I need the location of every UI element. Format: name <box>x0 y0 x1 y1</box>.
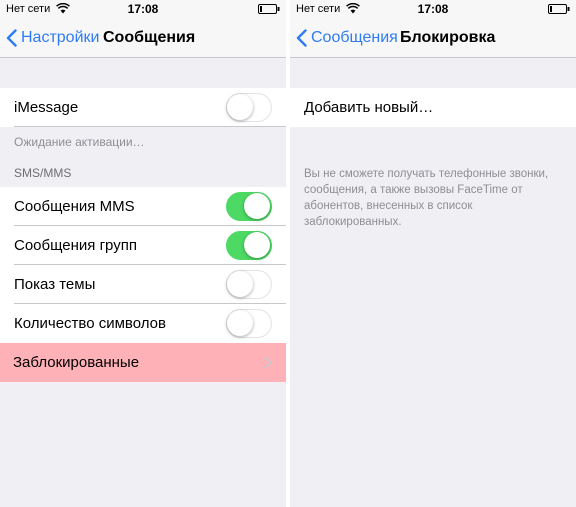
back-button[interactable]: Сообщения <box>296 18 398 58</box>
status-bar: Нет сети 17:08 <box>0 0 286 18</box>
group-messages-row: Сообщения групп <box>0 226 286 265</box>
imessage-row: iMessage <box>0 88 286 127</box>
nav-bar: Сообщения Блокировка <box>290 18 576 58</box>
show-subject-toggle[interactable] <box>226 270 272 299</box>
blocked-label: Заблокированные <box>13 354 140 371</box>
character-count-toggle[interactable] <box>226 309 272 338</box>
battery-icon <box>258 4 280 14</box>
toggle-knob <box>227 310 253 336</box>
app-stage: Нет сети 17:08 Настройки Сообщения iMess… <box>0 0 576 507</box>
group-messages-toggle[interactable] <box>226 231 272 260</box>
toggle-knob <box>227 271 253 297</box>
messages-settings-screen: Нет сети 17:08 Настройки Сообщения iMess… <box>0 0 286 507</box>
blocked-row[interactable]: Заблокированные <box>0 343 286 382</box>
mms-messages-row: Сообщения MMS <box>0 187 286 226</box>
add-new-label: Добавить новый… <box>304 99 434 116</box>
mms-messages-toggle[interactable] <box>226 192 272 221</box>
back-chevron-icon <box>6 29 17 47</box>
page-title: Сообщения <box>103 29 196 46</box>
show-subject-row: Показ темы <box>0 265 286 304</box>
nav-bar: Настройки Сообщения <box>0 18 286 58</box>
toggle-knob <box>244 232 270 258</box>
back-button-label: Сообщения <box>311 29 398 46</box>
toggle-knob <box>244 193 270 219</box>
back-chevron-icon <box>296 29 307 47</box>
blocked-screen: Нет сети 17:08 Сообщения Блокировка Доба… <box>290 0 576 507</box>
back-button-label: Настройки <box>21 29 100 46</box>
activation-note: Ожидание активации… <box>14 135 145 149</box>
page-title: Блокировка <box>400 29 496 46</box>
blocked-info-text: Вы не сможете получать телефонные звонки… <box>304 168 549 228</box>
back-button[interactable]: Настройки <box>6 18 99 58</box>
imessage-toggle[interactable] <box>226 93 272 122</box>
battery-icon <box>548 4 570 14</box>
status-time: 17:08 <box>417 2 449 16</box>
chevron-right-icon <box>264 356 272 369</box>
status-time: 17:08 <box>127 2 159 16</box>
row-separator <box>14 126 286 127</box>
character-count-row: Количество символов <box>0 304 286 343</box>
sms-section-header: SMS/MMS <box>14 166 72 180</box>
add-new-row[interactable]: Добавить новый… <box>290 88 576 127</box>
status-bar: Нет сети 17:08 <box>290 0 576 18</box>
toggle-knob <box>227 94 253 120</box>
